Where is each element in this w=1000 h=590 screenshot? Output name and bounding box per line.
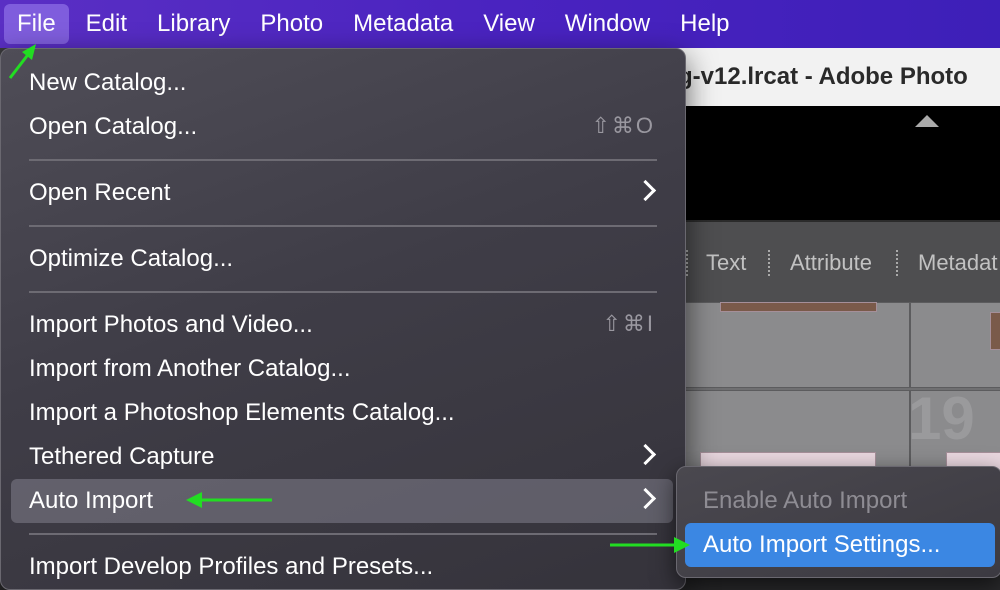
menu-file[interactable]: File bbox=[4, 4, 69, 44]
menu-item-label: Open Recent bbox=[29, 179, 171, 206]
filter-attribute[interactable]: Attribute bbox=[790, 250, 872, 276]
auto-import-submenu: Enable Auto Import Auto Import Settings.… bbox=[676, 466, 1000, 578]
menu-item-import-elements-catalog[interactable]: Import a Photoshop Elements Catalog... bbox=[11, 391, 673, 435]
filter-separator bbox=[768, 250, 770, 276]
menu-item-label: Import Develop Profiles and Presets... bbox=[29, 553, 434, 580]
menu-bar: File Edit Library Photo Metadata View Wi… bbox=[0, 0, 1000, 48]
menu-divider bbox=[29, 533, 657, 535]
menu-edit[interactable]: Edit bbox=[73, 4, 140, 44]
menu-item-import-develop-profiles[interactable]: Import Develop Profiles and Presets... bbox=[11, 545, 673, 589]
menu-item-label: Import a Photoshop Elements Catalog... bbox=[29, 399, 455, 426]
menu-item-label: Open Catalog... bbox=[29, 113, 198, 140]
menu-item-import-from-catalog[interactable]: Import from Another Catalog... bbox=[11, 347, 673, 391]
chevron-right-icon bbox=[634, 487, 657, 510]
menu-item-tethered-capture[interactable]: Tethered Capture bbox=[11, 435, 673, 479]
menu-item-new-catalog[interactable]: New Catalog... bbox=[11, 61, 673, 105]
menu-item-optimize-catalog[interactable]: Optimize Catalog... bbox=[11, 237, 673, 281]
menu-library[interactable]: Library bbox=[144, 4, 243, 44]
menu-item-label: Tethered Capture bbox=[29, 443, 215, 470]
top-panel bbox=[640, 106, 1000, 220]
menu-item-import-photos[interactable]: Import Photos and Video... ⇧⌘I bbox=[11, 303, 673, 347]
chevron-right-icon bbox=[634, 179, 657, 202]
filter-separator bbox=[686, 250, 688, 276]
grid-cell-number: 19 bbox=[908, 385, 975, 452]
menu-divider bbox=[29, 291, 657, 293]
submenu-item-enable-auto-import[interactable]: Enable Auto Import bbox=[685, 479, 995, 523]
filter-text[interactable]: Text bbox=[706, 250, 746, 276]
shortcut-label: ⇧⌘I bbox=[602, 311, 655, 336]
grid-cell[interactable] bbox=[910, 302, 1000, 388]
library-filter-bar: Text Attribute Metadat bbox=[640, 220, 1000, 304]
menu-item-open-catalog[interactable]: Open Catalog... ⇧⌘O bbox=[11, 105, 673, 149]
menu-item-label: New Catalog... bbox=[29, 69, 187, 96]
photo-thumbnail[interactable] bbox=[990, 312, 1000, 350]
window-title: g-v12.lrcat - Adobe Photo bbox=[678, 63, 968, 90]
menu-divider bbox=[29, 225, 657, 227]
menu-item-label: Auto Import bbox=[29, 487, 154, 514]
submenu-item-label: Enable Auto Import bbox=[703, 487, 908, 514]
window-title-bar: g-v12.lrcat - Adobe Photo bbox=[640, 48, 1000, 106]
menu-help[interactable]: Help bbox=[667, 4, 742, 44]
filter-metadata[interactable]: Metadat bbox=[918, 250, 998, 276]
menu-divider bbox=[29, 159, 657, 161]
menu-window[interactable]: Window bbox=[552, 4, 663, 44]
menu-item-auto-import[interactable]: Auto Import bbox=[11, 479, 673, 523]
menu-item-label: Import from Another Catalog... bbox=[29, 355, 351, 382]
file-menu-dropdown: New Catalog... Open Catalog... ⇧⌘O Open … bbox=[0, 48, 686, 590]
shortcut-label: ⇧⌘O bbox=[591, 113, 655, 138]
submenu-item-auto-import-settings[interactable]: Auto Import Settings... bbox=[685, 523, 995, 567]
filter-separator bbox=[896, 250, 898, 276]
menu-photo[interactable]: Photo bbox=[247, 4, 336, 44]
menu-metadata[interactable]: Metadata bbox=[340, 4, 466, 44]
collapse-triangle-icon[interactable] bbox=[915, 115, 939, 127]
menu-item-label: Optimize Catalog... bbox=[29, 245, 234, 272]
menu-item-label: Import Photos and Video... bbox=[29, 311, 313, 338]
photo-thumbnail[interactable] bbox=[720, 302, 877, 312]
chevron-right-icon bbox=[634, 443, 657, 466]
menu-view[interactable]: View bbox=[470, 4, 548, 44]
submenu-item-label: Auto Import Settings... bbox=[703, 531, 941, 558]
menu-item-open-recent[interactable]: Open Recent bbox=[11, 171, 673, 215]
